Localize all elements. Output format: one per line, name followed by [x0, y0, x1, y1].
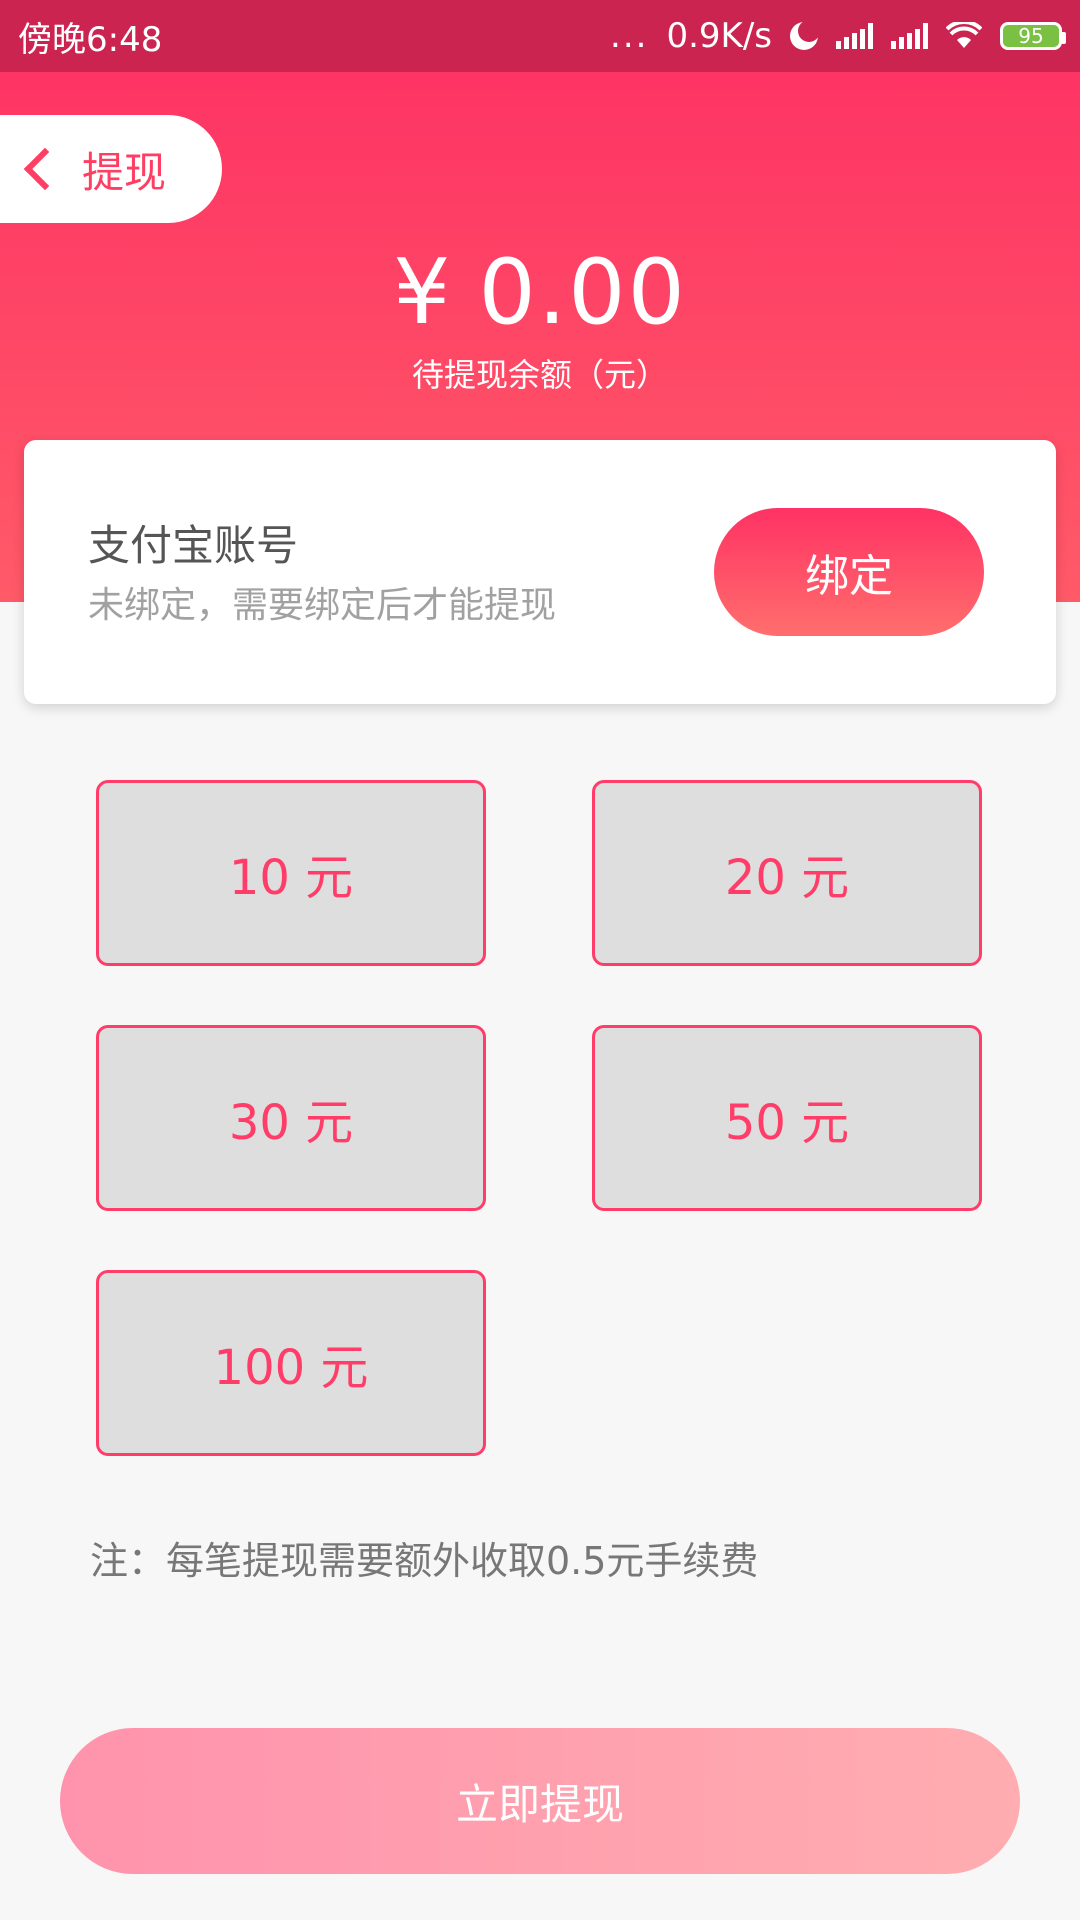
- amount-option-30[interactable]: 30 元: [96, 1025, 486, 1211]
- battery-level: 95: [1018, 24, 1044, 48]
- back-button[interactable]: 提现: [0, 115, 222, 223]
- signal-icon-1: [836, 23, 873, 49]
- alipay-title: 支付宝账号: [88, 521, 299, 570]
- alipay-status: 未绑定，需要绑定后才能提现: [88, 585, 557, 626]
- do-not-disturb-icon: [790, 20, 820, 50]
- balance-display: ¥0.00: [0, 240, 1080, 345]
- more-notifications-icon: ...: [610, 16, 649, 56]
- status-bar: 傍晚6:48 ... 0.9K/s 95: [0, 0, 1080, 72]
- balance-caption: 待提现余额（元）: [411, 356, 668, 394]
- alipay-card: 支付宝账号 未绑定，需要绑定后才能提现 绑定: [24, 440, 1056, 704]
- amount-option-20[interactable]: 20 元: [592, 780, 982, 966]
- balance-amount: 0.00: [478, 240, 687, 345]
- signal-icon-2: [891, 23, 928, 49]
- wifi-icon: [946, 22, 982, 48]
- amount-option-100[interactable]: 100 元: [96, 1270, 486, 1456]
- battery-icon: 95: [1000, 22, 1066, 50]
- currency-symbol: ¥: [393, 240, 453, 345]
- chevron-left-icon: [23, 147, 67, 191]
- amount-option-10[interactable]: 10 元: [96, 780, 486, 966]
- fee-note: 注：每笔提现需要额外收取0.5元手续费: [90, 1539, 759, 1583]
- network-speed: 0.9K/s: [666, 16, 772, 56]
- amount-option-50[interactable]: 50 元: [592, 1025, 982, 1211]
- page-title: 提现: [82, 147, 167, 197]
- status-time: 傍晚6:48: [18, 19, 163, 60]
- bind-button[interactable]: 绑定: [714, 508, 984, 636]
- withdraw-button[interactable]: 立即提现: [60, 1728, 1020, 1874]
